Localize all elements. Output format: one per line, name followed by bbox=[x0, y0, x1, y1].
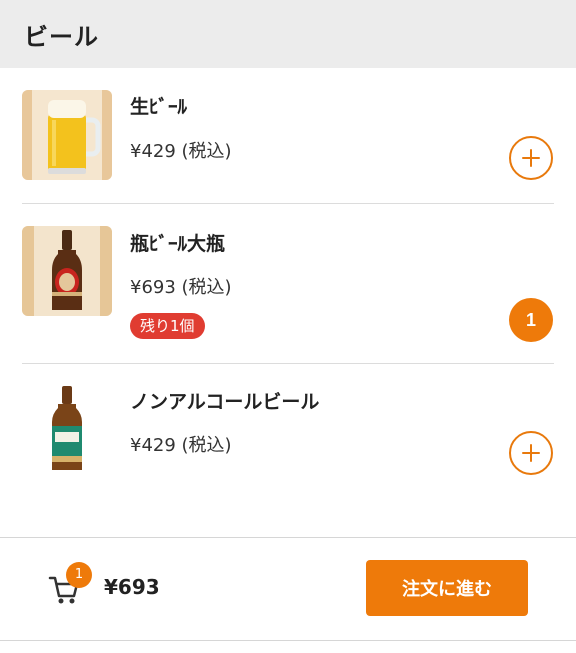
quantity-button[interactable]: 1 bbox=[509, 298, 553, 342]
item-price: ¥693 (税込) bbox=[130, 277, 232, 298]
stock-badge: 残り1個 bbox=[130, 313, 205, 339]
item-price: ¥429 (税込) bbox=[130, 141, 232, 162]
item-name: ノンアルコールビール bbox=[130, 391, 320, 413]
page-header: ビール bbox=[0, 0, 576, 68]
add-non-alcoholic-beer-button[interactable] bbox=[509, 431, 553, 475]
menu-item-bottle-beer-large[interactable]: 瓶ﾋﾞｰﾙ大瓶 ¥693 (税込) 残り1個 1 bbox=[0, 204, 576, 363]
page-title: ビール bbox=[24, 22, 99, 51]
proceed-to-order-button[interactable]: 注文に進む bbox=[366, 560, 528, 616]
cart-count-badge: 1 bbox=[66, 562, 92, 588]
draft-beer-image bbox=[22, 90, 112, 180]
item-name: 瓶ﾋﾞｰﾙ大瓶 bbox=[130, 233, 226, 255]
plus-icon bbox=[522, 444, 540, 462]
plus-icon bbox=[522, 149, 540, 167]
bottle-beer-image bbox=[22, 226, 112, 316]
item-name: 生ﾋﾞｰﾙ bbox=[130, 96, 188, 118]
item-price: ¥429 (税込) bbox=[130, 435, 232, 456]
non-alcoholic-beer-image bbox=[22, 384, 112, 474]
add-draft-beer-button[interactable] bbox=[509, 136, 553, 180]
cart-total: ¥693 bbox=[104, 575, 160, 599]
cart-button[interactable]: 1 bbox=[48, 562, 92, 606]
menu-item-draft-beer[interactable]: 生ﾋﾞｰﾙ ¥429 (税込) bbox=[0, 68, 576, 204]
cart-footer: 1 ¥693 注文に進む bbox=[0, 537, 576, 641]
menu-item-non-alcoholic-beer[interactable]: ノンアルコールビール ¥429 (税込) bbox=[0, 364, 576, 536]
